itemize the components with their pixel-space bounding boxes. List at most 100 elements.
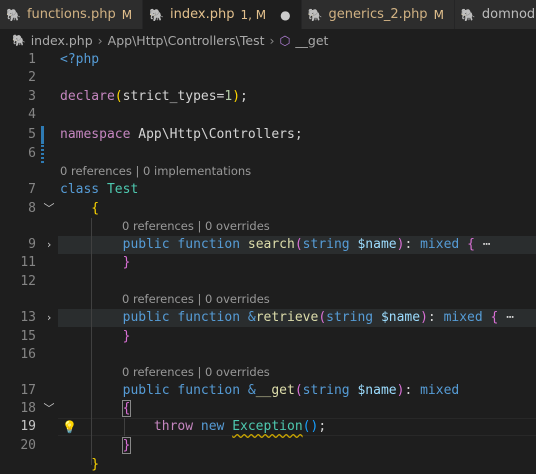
line-number: 8 — [28, 201, 36, 216]
unsaved-dot-icon[interactable]: ● — [280, 8, 290, 22]
code-lens-method[interactable]: 0 references | 0 overrides — [122, 219, 270, 233]
line-number: 6 — [28, 146, 36, 161]
code-lens-class[interactable]: 0 references | 0 implementations — [60, 164, 251, 178]
code-line-15: 15 } — [0, 328, 536, 346]
breadcrumb-symbol[interactable]: __get — [295, 33, 328, 48]
type: string — [302, 383, 350, 398]
namespace-name: App\Http\Controllers — [138, 127, 295, 142]
type: string — [302, 237, 350, 252]
line-number: 2 — [28, 70, 36, 85]
tab-label: domnode — [481, 7, 536, 22]
code-line-8: 8 ﹀ { — [0, 200, 536, 218]
line-number: 3 — [28, 89, 36, 104]
tab-index-php[interactable]: 🐘 index.php 1, M ● — [143, 0, 302, 29]
tab-label: index.php — [170, 7, 235, 22]
code-line-6: 6 — [0, 145, 536, 163]
breadcrumb: 🐘 index.php › App\Http\Controllers\Test … — [0, 29, 536, 51]
keyword: public — [122, 237, 170, 252]
line-number: 9 — [28, 237, 36, 252]
param: $name — [357, 237, 397, 252]
function-name: __get — [255, 383, 295, 398]
folded-ellipsis[interactable]: ⋯ — [483, 237, 491, 252]
code-line-20: 20 } — [0, 437, 536, 455]
type: mixed — [443, 310, 483, 325]
code-lens-method[interactable]: 0 references | 0 overrides — [122, 292, 270, 306]
identifier: strict_types — [122, 89, 217, 104]
php-elephant-icon: 🐘 — [460, 7, 476, 22]
keyword: class — [60, 182, 100, 197]
code-line-17: 17 public function &__get(string $name):… — [0, 382, 536, 400]
tab-functions-php[interactable]: 🐘 functions.php M — [0, 0, 144, 29]
chevron-right-icon: › — [97, 32, 103, 48]
type: string — [326, 310, 374, 325]
line-number: 18 — [20, 401, 36, 416]
chevron-down-icon[interactable]: ﹀ — [42, 400, 56, 418]
php-elephant-icon: 🐘 — [12, 33, 26, 47]
line-number: 20 — [20, 438, 36, 453]
keyword: public — [122, 383, 170, 398]
code-line-19: 19 💡 throw new Exception(); — [0, 418, 536, 436]
php-elephant-icon: 🐘 — [6, 7, 21, 22]
line-number: 13 — [20, 310, 36, 325]
code-line-5: 5 namespace App\Http\Controllers; — [0, 126, 536, 144]
line-number: 19 — [20, 419, 36, 434]
code-line-12: 12 — [0, 273, 536, 291]
php-elephant-icon: 🐘 — [307, 7, 323, 22]
line-number: 17 — [20, 383, 36, 398]
chevron-right-icon[interactable]: › — [42, 309, 56, 327]
code-line-3: 3 declare(strict_types=1); — [0, 88, 536, 106]
function-name: retrieve — [255, 310, 319, 325]
breadcrumb-file[interactable]: index.php — [31, 33, 93, 48]
param: $name — [380, 310, 421, 325]
code-line-13: 13 › public function &retrieve(string $n… — [0, 309, 536, 327]
keyword: public — [122, 310, 170, 325]
line-number: 7 — [28, 182, 36, 197]
keyword: function — [177, 383, 241, 398]
code-line-9: 9 › public function search(string $name)… — [0, 236, 536, 254]
chevron-right-icon: › — [269, 32, 275, 48]
tab-label: generics_2.php — [328, 7, 428, 22]
class-name: Exception — [232, 419, 303, 434]
tab-label: functions.php — [26, 7, 116, 22]
code-text: <?php — [60, 52, 100, 67]
php-elephant-icon: 🐘 — [149, 7, 165, 22]
line-number: 16 — [20, 347, 36, 362]
method-cube-icon: ⬡ — [279, 32, 291, 48]
line-number: 5 — [28, 127, 36, 142]
tab-generics-2-php[interactable]: 🐘 generics_2.php M — [301, 0, 455, 29]
chevron-right-icon[interactable]: › — [42, 236, 56, 254]
code-line-7: 7 class Test — [0, 181, 536, 199]
breadcrumb-namespace[interactable]: App\Http\Controllers\Test — [108, 33, 265, 48]
keyword: function — [177, 237, 241, 252]
keyword: new — [200, 419, 225, 434]
code-line-1: 1 <?php — [0, 51, 536, 69]
tab-domnode[interactable]: 🐘 domnode — [454, 0, 536, 29]
type: mixed — [420, 383, 460, 398]
code-line-18: 18 ﹀ { — [0, 400, 536, 418]
keyword: namespace — [60, 127, 131, 142]
git-modified-marker[interactable] — [41, 126, 44, 144]
chevron-down-icon[interactable]: ﹀ — [42, 200, 56, 218]
git-modified-marker[interactable] — [41, 145, 44, 163]
folded-ellipsis[interactable]: ⋯ — [506, 310, 514, 325]
line-number: 12 — [20, 274, 36, 289]
param: $name — [357, 383, 397, 398]
class-name: Test — [106, 182, 139, 197]
code-lens-method[interactable]: 0 references | 0 overrides — [122, 365, 270, 379]
code-editor[interactable]: 1 <?php 2 3 declare(strict_types=1); 4 5… — [0, 51, 536, 472]
line-number: 11 — [20, 255, 36, 270]
tab-badge: M — [121, 7, 133, 22]
tab-bar: 🐘 functions.php M 🐘 index.php 1, M ● 🐘 g… — [0, 0, 536, 29]
code-line-4: 4 — [0, 106, 536, 124]
tab-badge: 1, M — [240, 7, 267, 22]
type: mixed — [420, 237, 460, 252]
code-line-11: 11 } — [0, 254, 536, 272]
code-line-21: } — [60, 457, 100, 472]
function-name: search — [247, 237, 295, 252]
line-number: 1 — [28, 52, 36, 67]
keyword: function — [177, 310, 241, 325]
tab-badge: M — [433, 7, 444, 22]
keyword: declare — [60, 89, 115, 104]
code-line-16: 16 — [0, 346, 536, 364]
keyword: throw — [153, 419, 194, 434]
